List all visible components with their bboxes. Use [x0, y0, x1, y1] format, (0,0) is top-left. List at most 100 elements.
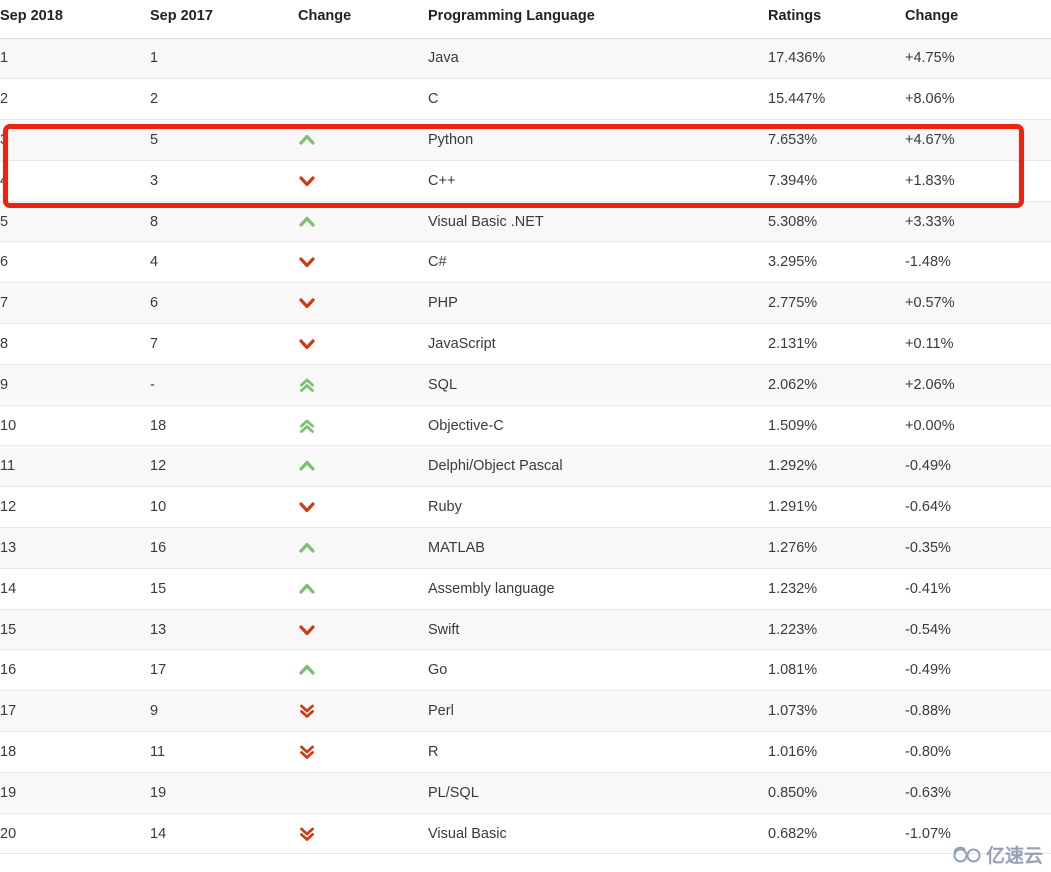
cell-ratings-change: +1.83%: [905, 160, 1051, 202]
cell-change-indicator: [298, 78, 428, 121]
cell-programming-language: C: [428, 78, 768, 121]
cell-ratings-change: -0.35%: [905, 527, 1051, 569]
table-row: 13 16 MATLAB 1.276% -0.35%: [0, 527, 1051, 569]
chevron-down-icon: [298, 293, 316, 313]
cell-rank-previous: 5: [150, 119, 298, 161]
cell-ratings: 0.850%: [768, 772, 905, 814]
cell-ratings: 1.223%: [768, 609, 905, 651]
cell-rank-current: 1: [0, 38, 150, 80]
cell-rank-previous: 8: [150, 201, 298, 243]
change-icon-none: [298, 48, 316, 68]
cell-ratings: 7.653%: [768, 119, 905, 161]
table-row: 7 6 PHP 2.775% +0.57%: [0, 282, 1051, 325]
cell-rank-previous: 12: [150, 445, 298, 488]
column-header-programming-language[interactable]: Programming Language: [428, 0, 768, 39]
cell-rank-current: 5: [0, 201, 150, 243]
cell-change-indicator: [298, 119, 428, 161]
cell-change-indicator: [298, 38, 428, 80]
cell-ratings: 15.447%: [768, 78, 905, 121]
cell-programming-language: PHP: [428, 282, 768, 325]
cell-rank-previous: 3: [150, 160, 298, 202]
cell-ratings: 17.436%: [768, 38, 905, 80]
cell-change-indicator: [298, 731, 428, 773]
cell-ratings-change: +8.06%: [905, 78, 1051, 121]
cell-programming-language: C#: [428, 241, 768, 284]
cell-rank-current: 11: [0, 445, 150, 488]
table-row: 15 13 Swift 1.223% -0.54%: [0, 609, 1051, 651]
cell-change-indicator: [298, 527, 428, 569]
cell-rank-previous: 1: [150, 38, 298, 80]
cell-programming-language: Visual Basic .NET: [428, 201, 768, 243]
cell-rank-previous: 6: [150, 282, 298, 325]
cell-programming-language: C++: [428, 160, 768, 202]
chevron-down-icon: [298, 334, 316, 354]
column-header-change[interactable]: Change: [298, 0, 428, 39]
cell-rank-previous: 16: [150, 527, 298, 569]
cell-ratings: 2.131%: [768, 323, 905, 365]
chevron-double-up-icon: [298, 375, 316, 395]
cell-change-indicator: [298, 772, 428, 814]
change-icon-none: [298, 89, 316, 109]
cell-change-indicator: [298, 690, 428, 733]
column-header-rank-previous[interactable]: Sep 2017: [150, 0, 298, 39]
cell-rank-previous: 15: [150, 568, 298, 610]
cell-change-indicator: [298, 282, 428, 325]
cell-ratings-change: +0.11%: [905, 323, 1051, 365]
chevron-double-up-icon: [298, 416, 316, 436]
cell-ratings-change: +4.67%: [905, 119, 1051, 161]
cell-ratings: 1.509%: [768, 405, 905, 447]
column-header-rank-current[interactable]: Sep 2018: [0, 0, 150, 39]
tiobe-index-table-panel: Sep 2018 Sep 2017 Change Programming Lan…: [0, 0, 1051, 872]
cell-change-indicator: [298, 201, 428, 243]
cell-ratings: 1.291%: [768, 486, 905, 529]
cell-programming-language: Python: [428, 119, 768, 161]
chevron-double-down-icon: [298, 742, 316, 762]
cell-rank-previous: 13: [150, 609, 298, 651]
column-header-ratings[interactable]: Ratings: [768, 0, 905, 39]
cell-ratings: 7.394%: [768, 160, 905, 202]
cell-change-indicator: [298, 568, 428, 610]
cell-rank-current: 14: [0, 568, 150, 610]
cell-rank-previous: 10: [150, 486, 298, 529]
column-header-ratings-change[interactable]: Change: [905, 0, 1051, 39]
cell-rank-current: 18: [0, 731, 150, 773]
cell-ratings-change: -0.49%: [905, 445, 1051, 488]
cell-rank-current: 4: [0, 160, 150, 202]
cell-programming-language: JavaScript: [428, 323, 768, 365]
cell-rank-previous: 4: [150, 241, 298, 284]
cell-ratings: 5.308%: [768, 201, 905, 243]
chevron-down-icon: [298, 171, 316, 191]
cell-rank-current: 2: [0, 78, 150, 121]
change-icon-none: [298, 783, 316, 803]
table-row: 6 4 C# 3.295% -1.48%: [0, 241, 1051, 284]
cell-ratings-change: +0.57%: [905, 282, 1051, 325]
cell-rank-current: 7: [0, 282, 150, 325]
cell-rank-previous: -: [150, 364, 298, 406]
cell-ratings-change: -0.80%: [905, 731, 1051, 773]
cell-ratings-change: -0.88%: [905, 690, 1051, 733]
cell-ratings-change: -0.63%: [905, 772, 1051, 814]
cell-programming-language: PL/SQL: [428, 772, 768, 814]
cell-ratings: 0.682%: [768, 813, 905, 855]
cell-programming-language: Delphi/Object Pascal: [428, 445, 768, 488]
table-row: 1 1 Java 17.436% +4.75%: [0, 38, 1051, 80]
cell-rank-previous: 7: [150, 323, 298, 365]
table-row: 2 2 C 15.447% +8.06%: [0, 78, 1051, 121]
chevron-up-icon: [298, 456, 316, 476]
cell-programming-language: MATLAB: [428, 527, 768, 569]
table-row: 9- SQL 2.062% +2.06%: [0, 364, 1051, 406]
cell-ratings: 1.232%: [768, 568, 905, 610]
cell-rank-previous: 14: [150, 813, 298, 855]
cell-programming-language: Java: [428, 38, 768, 80]
table-row: 14 15 Assembly language 1.232% -0.41%: [0, 568, 1051, 610]
cell-rank-current: 12: [0, 486, 150, 529]
cell-rank-current: 19: [0, 772, 150, 814]
cell-programming-language: Assembly language: [428, 568, 768, 610]
cell-rank-previous: 19: [150, 772, 298, 814]
cell-change-indicator: [298, 486, 428, 529]
chevron-double-down-icon: [298, 701, 316, 721]
chevron-up-icon: [298, 212, 316, 232]
cell-ratings: 1.276%: [768, 527, 905, 569]
cell-programming-language: Visual Basic: [428, 813, 768, 855]
table-row: 8 7 JavaScript 2.131% +0.11%: [0, 323, 1051, 365]
